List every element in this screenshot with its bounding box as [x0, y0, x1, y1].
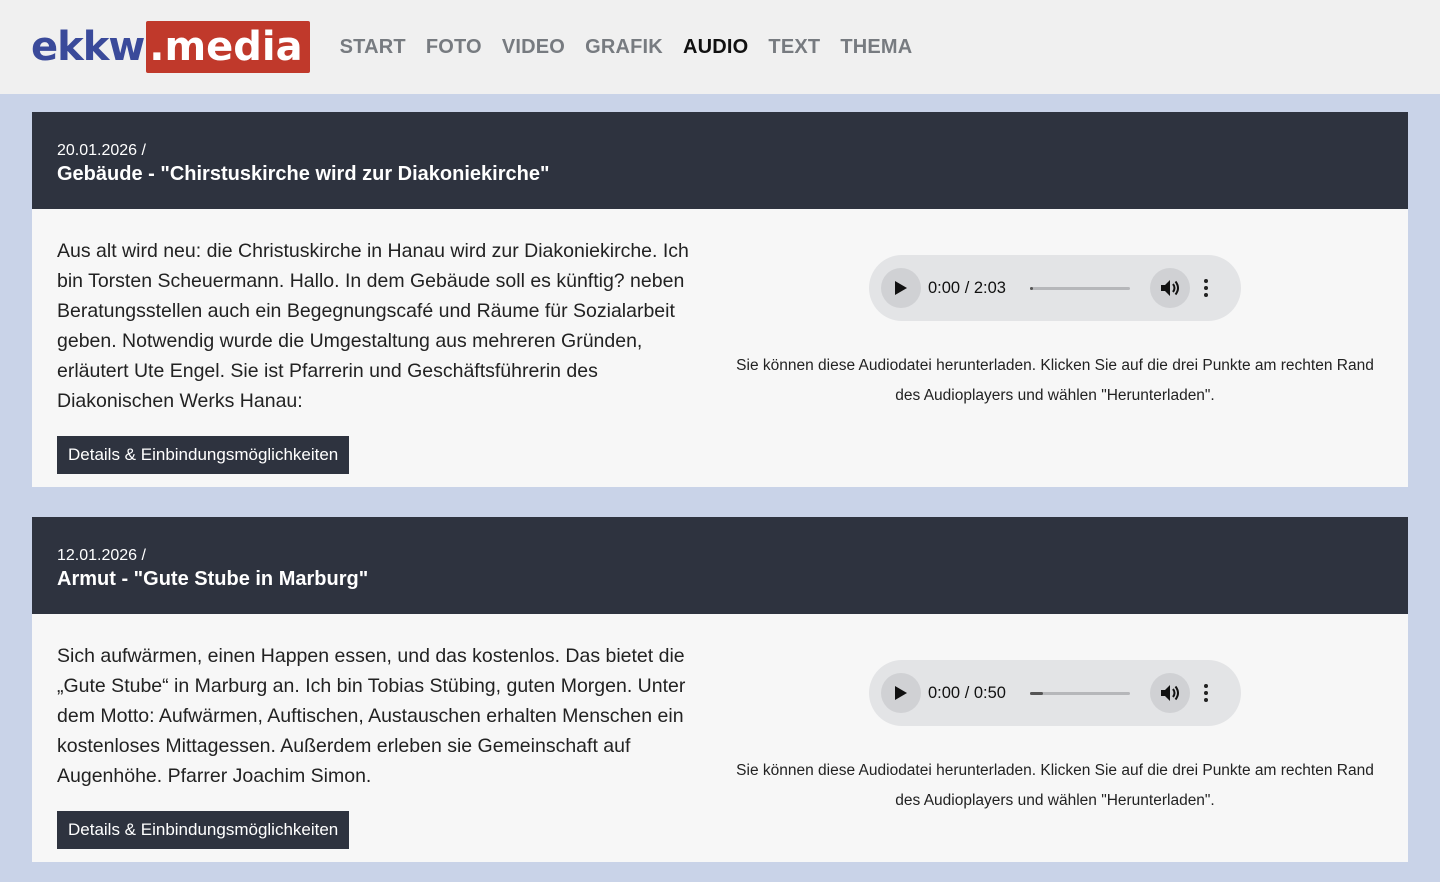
playback-time: 0:00 / 0:50	[928, 683, 1006, 702]
top-navigation-bar: ekkw .media START FOTO VIDEO GRAFIK AUDI…	[0, 0, 1440, 94]
audio-item-card: 20.01.2026 / Gebäude - "Chirstuskirche w…	[32, 112, 1408, 487]
play-icon	[895, 281, 907, 295]
volume-button[interactable]	[1150, 268, 1190, 308]
nav-thema[interactable]: THEMA	[840, 36, 912, 59]
main-menu: START FOTO VIDEO GRAFIK AUDIO TEXT THEMA	[340, 36, 913, 59]
nav-start[interactable]: START	[340, 36, 406, 59]
logo-text-ekkw: ekkw	[31, 24, 145, 70]
download-hint: Sie können diese Audiodatei herunterlade…	[736, 357, 1374, 404]
audio-player: 0:00 / 2:03	[869, 255, 1241, 321]
more-options-icon[interactable]	[1204, 279, 1208, 297]
audio-item-date: 20.01.2026 /	[57, 142, 146, 159]
more-options-icon[interactable]	[1204, 684, 1208, 702]
audio-player: 0:00 / 0:50	[869, 660, 1241, 726]
nav-foto[interactable]: FOTO	[426, 36, 482, 59]
speaker-icon	[1161, 685, 1179, 701]
details-button[interactable]: Details & Einbindungsmöglichkeiten	[57, 436, 350, 474]
site-logo[interactable]: ekkw .media	[31, 21, 310, 73]
progress-fill	[1030, 286, 1033, 290]
audio-item-title[interactable]: Armut - "Gute Stube in Marburg"	[57, 566, 1383, 592]
audio-item-description: Aus alt wird neu: die Christuskirche in …	[57, 240, 689, 412]
progress-slider[interactable]	[1030, 691, 1130, 695]
nav-grafik[interactable]: GRAFIK	[585, 36, 663, 59]
audio-item-body: Sich aufwärmen, einen Happen essen, und …	[32, 614, 1408, 849]
nav-text[interactable]: TEXT	[768, 36, 820, 59]
play-icon	[895, 686, 907, 700]
audio-item-body: Aus alt wird neu: die Christuskirche in …	[32, 209, 1408, 474]
audio-item-description: Sich aufwärmen, einen Happen essen, und …	[57, 645, 686, 787]
audio-item-card: 12.01.2026 / Armut - "Gute Stube in Marb…	[32, 517, 1408, 862]
speaker-icon	[1161, 280, 1179, 296]
nav-video[interactable]: VIDEO	[502, 36, 565, 59]
download-hint: Sie können diese Audiodatei herunterlade…	[736, 762, 1374, 809]
play-button[interactable]	[881, 673, 921, 713]
audio-item-date: 12.01.2026 /	[57, 547, 146, 564]
nav-audio[interactable]: AUDIO	[683, 36, 748, 59]
audio-item-header: 20.01.2026 / Gebäude - "Chirstuskirche w…	[32, 112, 1408, 209]
audio-item-header: 12.01.2026 / Armut - "Gute Stube in Marb…	[32, 517, 1408, 614]
playback-time: 0:00 / 2:03	[928, 278, 1006, 297]
progress-slider[interactable]	[1030, 286, 1130, 290]
progress-fill	[1030, 691, 1043, 695]
volume-button[interactable]	[1150, 673, 1190, 713]
audio-item-title[interactable]: Gebäude - "Chirstuskirche wird zur Diako…	[57, 161, 1383, 187]
logo-text-media: .media	[146, 21, 310, 73]
play-button[interactable]	[881, 268, 921, 308]
details-button[interactable]: Details & Einbindungsmöglichkeiten	[57, 811, 350, 849]
